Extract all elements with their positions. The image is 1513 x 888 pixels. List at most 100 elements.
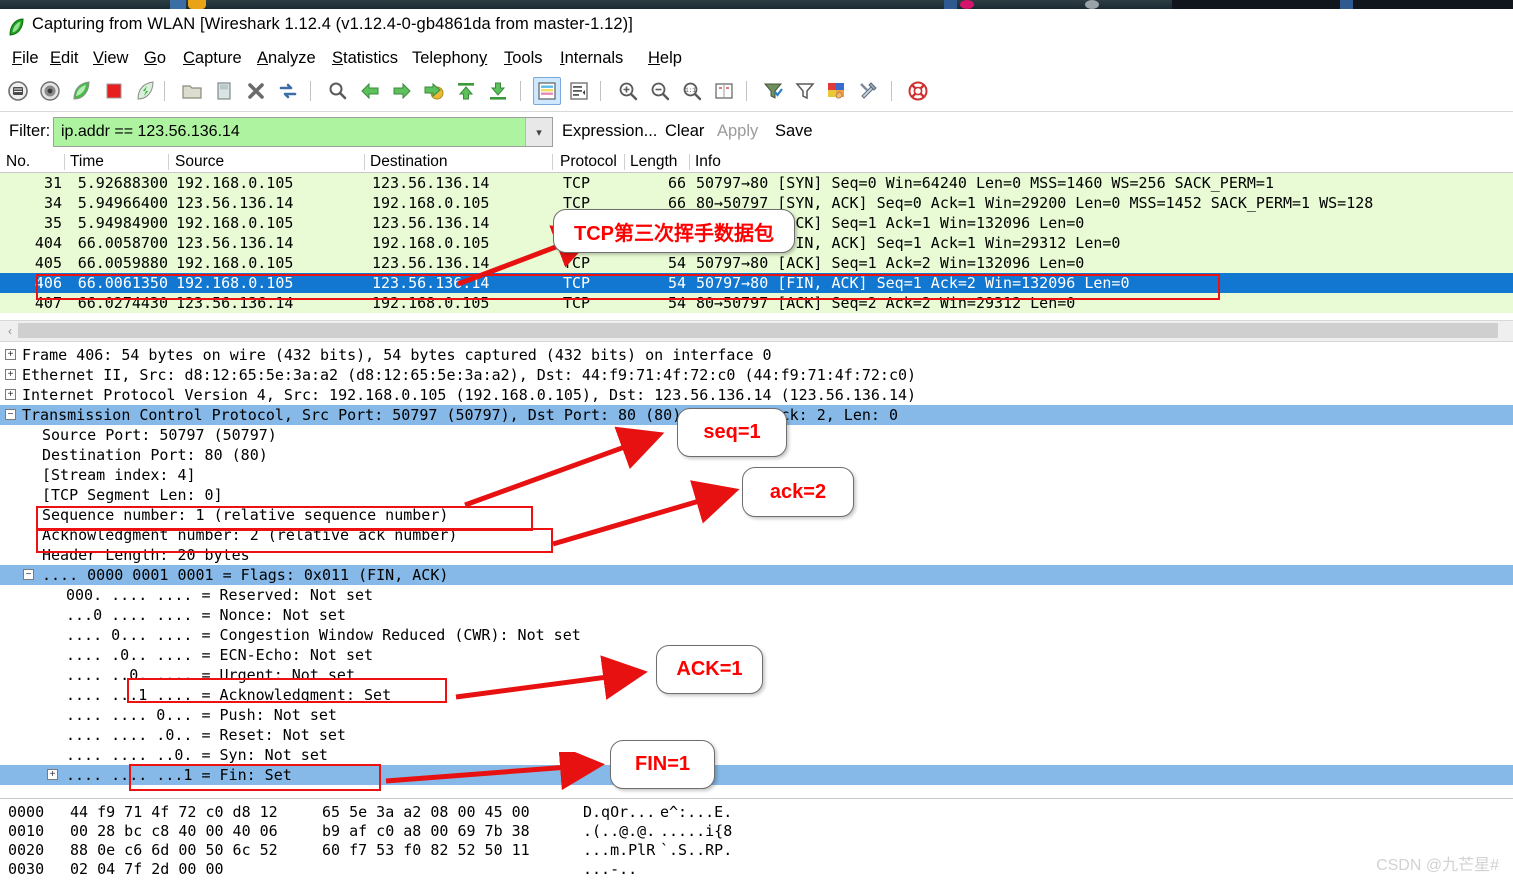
menu-item-edit[interactable]: Edit (47, 47, 81, 70)
reload-file-icon[interactable] (274, 77, 302, 105)
coloring-rules-icon[interactable] (823, 77, 851, 105)
capture-filters-icon[interactable] (759, 77, 787, 105)
column-header-info[interactable]: Info (695, 153, 721, 171)
hex-dump-row[interactable]: 0000 44 f9 71 4f 72 c0 d8 12 65 5e 3a a2 0… (0, 803, 1513, 822)
scroll-left-icon[interactable]: ‹ (3, 323, 17, 338)
help-contents-icon[interactable] (904, 77, 932, 105)
menu-item-capture[interactable]: Capture (180, 47, 245, 70)
menu-item-file[interactable]: File (9, 47, 42, 70)
filter-expression-button[interactable]: Expression... (562, 122, 657, 141)
go-back-icon[interactable] (356, 77, 384, 105)
close-file-icon[interactable] (242, 77, 270, 105)
hex-dump-row[interactable]: 0030 02 04 7f 2d 00 00 ...-.. (0, 860, 1513, 879)
column-divider-5[interactable] (689, 154, 690, 170)
column-header-time[interactable]: Time (70, 153, 104, 171)
cell-source: 192.168.0.105 (176, 254, 294, 272)
find-packet-icon[interactable] (324, 77, 352, 105)
go-to-first-packet-icon[interactable] (452, 77, 480, 105)
detail-row[interactable]: + Internet Protocol Version 4, Src: 192.1… (0, 385, 1513, 405)
toolbar-separator-5 (746, 81, 747, 101)
capture-options-icon[interactable] (36, 77, 64, 105)
interfaces-icon[interactable] (4, 77, 32, 105)
callout-third-handshake: TCP第三次挥手数据包 (553, 209, 795, 253)
cell-time: 66.0059880 (77, 254, 168, 272)
detail-row[interactable]: 000. .... .... = Reserved: Not set (0, 585, 1513, 605)
scrollbar-thumb[interactable] (18, 323, 1498, 338)
cell-source: 192.168.0.105 (176, 274, 294, 292)
colorize-packet-list-icon[interactable] (533, 77, 561, 105)
column-divider-4[interactable] (624, 154, 625, 170)
go-to-last-packet-icon[interactable] (484, 77, 512, 105)
table-row[interactable]: 407 66.0274430 123.56.136.14 192.168.0.105 T… (0, 293, 1513, 313)
detail-row-label: [TCP Segment Len: 0] (42, 486, 223, 504)
chevron-down-icon[interactable]: ▾ (525, 118, 552, 146)
detail-row[interactable]: .... 0... .... = Congestion Window Reduc… (0, 625, 1513, 645)
start-capture-icon[interactable] (68, 77, 96, 105)
filter-input-wrapper[interactable]: ip.addr == 123.56.136.14 ▾ (53, 117, 553, 147)
go-forward-icon[interactable] (388, 77, 416, 105)
collapse-icon[interactable]: − (5, 409, 16, 420)
table-row[interactable]: 406 66.0061350 192.168.0.105 123.56.136.14 T… (0, 273, 1513, 293)
column-divider-0[interactable] (64, 154, 65, 170)
detail-row[interactable]: + .... .... ...1 = Fin: Set (0, 765, 1513, 785)
preferences-icon[interactable] (855, 77, 883, 105)
save-file-icon[interactable] (210, 77, 238, 105)
filter-clear-button[interactable]: Clear (665, 122, 704, 141)
packet-list-hscrollbar[interactable]: ‹ (0, 320, 1513, 342)
detail-row[interactable]: Acknowledgment number: 2 (relative ack n… (0, 525, 1513, 545)
expand-icon[interactable]: + (47, 769, 58, 780)
column-divider-2[interactable] (364, 154, 365, 170)
menu-item-go[interactable]: Go (141, 47, 169, 70)
menu-item-internals[interactable]: Internals (557, 47, 626, 70)
expand-icon[interactable]: + (5, 389, 16, 400)
filter-save-button[interactable]: Save (775, 122, 813, 141)
expand-icon[interactable]: + (5, 369, 16, 380)
detail-row[interactable]: .... .... 0... = Push: Not set (0, 705, 1513, 725)
cell-no: 407 (34, 294, 62, 312)
open-file-icon[interactable] (178, 77, 206, 105)
packet-bytes-pane[interactable]: 0000 44 f9 71 4f 72 c0 d8 12 65 5e 3a a2 0… (0, 798, 1513, 888)
auto-scroll-icon[interactable] (565, 77, 593, 105)
detail-row[interactable]: .... .... ..0. = Syn: Not set (0, 745, 1513, 765)
display-filters-icon[interactable] (791, 77, 819, 105)
column-header-length[interactable]: Length (630, 153, 677, 171)
menu-item-statistics[interactable]: Statistics (329, 47, 401, 70)
column-header-no[interactable]: No. (6, 153, 30, 171)
detail-row-label: [Stream index: 4] (42, 466, 196, 484)
detail-row-label: Internet Protocol Version 4, Src: 192.16… (22, 386, 917, 404)
filter-input[interactable]: ip.addr == 123.56.136.14 (54, 123, 525, 141)
detail-row[interactable]: −.... 0000 0001 0001 = Flags: 0x011 (FIN… (0, 565, 1513, 585)
zoom-normal-icon[interactable]: 1:1 (678, 77, 706, 105)
zoom-out-icon[interactable] (646, 77, 674, 105)
collapse-icon[interactable]: − (23, 569, 34, 580)
column-header-source[interactable]: Source (175, 153, 224, 171)
restart-capture-icon[interactable] (132, 77, 160, 105)
menu-item-telephony[interactable]: Telephony (409, 47, 490, 70)
table-row[interactable]: 31 5.92688300 192.168.0.105 123.56.136.14 TC… (0, 173, 1513, 193)
resize-columns-icon[interactable] (710, 77, 738, 105)
menu-item-analyze[interactable]: Analyze (254, 47, 319, 70)
menu-item-view[interactable]: View (90, 47, 131, 70)
taskbar-icon-3 (944, 0, 957, 9)
filter-apply-button[interactable]: Apply (717, 122, 758, 141)
detail-row[interactable]: Header Length: 20 bytes (0, 545, 1513, 565)
table-row[interactable]: 405 66.0059880 192.168.0.105 123.56.136.14 T… (0, 253, 1513, 273)
hex-dump-row[interactable]: 0020 88 0e c6 6d 00 50 6c 52 60 f7 53 f0 8… (0, 841, 1513, 860)
menu-item-help[interactable]: Help (645, 47, 685, 70)
hex-dump-row[interactable]: 0010 00 28 bc c8 40 00 40 06 b9 af c0 a8 0… (0, 822, 1513, 841)
expand-icon[interactable]: + (5, 349, 16, 360)
menu-item-tools[interactable]: Tools (501, 47, 546, 70)
detail-row[interactable]: + Ethernet II, Src: d8:12:65:5e:3a:a2 (d8… (0, 365, 1513, 385)
column-divider-1[interactable] (168, 154, 169, 170)
detail-row-label: 000. .... .... = Reserved: Not set (66, 586, 374, 604)
detail-row[interactable]: + Frame 406: 54 bytes on wire (432 bits),… (0, 345, 1513, 365)
detail-row[interactable]: ...0 .... .... = Nonce: Not set (0, 605, 1513, 625)
column-divider-3[interactable] (552, 154, 553, 170)
column-header-protocol[interactable]: Protocol (560, 153, 617, 171)
go-to-packet-icon[interactable] (420, 77, 448, 105)
column-header-destination[interactable]: Destination (370, 153, 448, 171)
detail-row-label: Frame 406: 54 bytes on wire (432 bits), … (22, 346, 772, 364)
zoom-in-icon[interactable] (614, 77, 642, 105)
stop-capture-icon[interactable] (100, 77, 128, 105)
detail-row[interactable]: .... .... .0.. = Reset: Not set (0, 725, 1513, 745)
